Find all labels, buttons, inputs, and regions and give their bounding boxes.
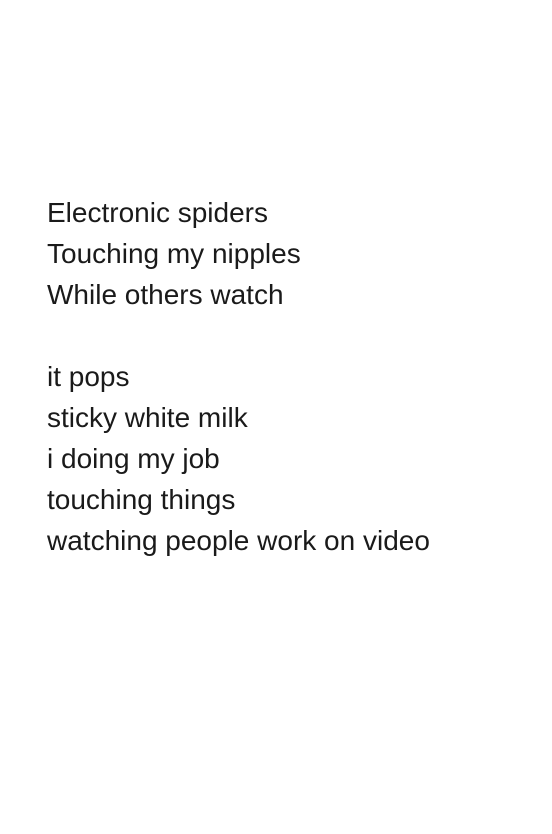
poem-line: i doing my job [47,443,220,474]
stanza-1: Electronic spiders Touching my nipples W… [47,192,430,315]
poem-line: watching people work on video [47,525,430,556]
poem-line: it pops [47,361,130,392]
page: Electronic spiders Touching my nipples W… [0,0,552,834]
poem-text: Electronic spiders Touching my nipples W… [47,192,430,561]
poem-line: sticky white milk [47,402,248,433]
poem-line: While others watch [47,279,284,310]
poem-line: Touching my nipples [47,238,301,269]
stanza-2: it pops sticky white milk i doing my job… [47,356,430,561]
poem-line: Electronic spiders [47,197,268,228]
poem-line: touching things [47,484,236,515]
